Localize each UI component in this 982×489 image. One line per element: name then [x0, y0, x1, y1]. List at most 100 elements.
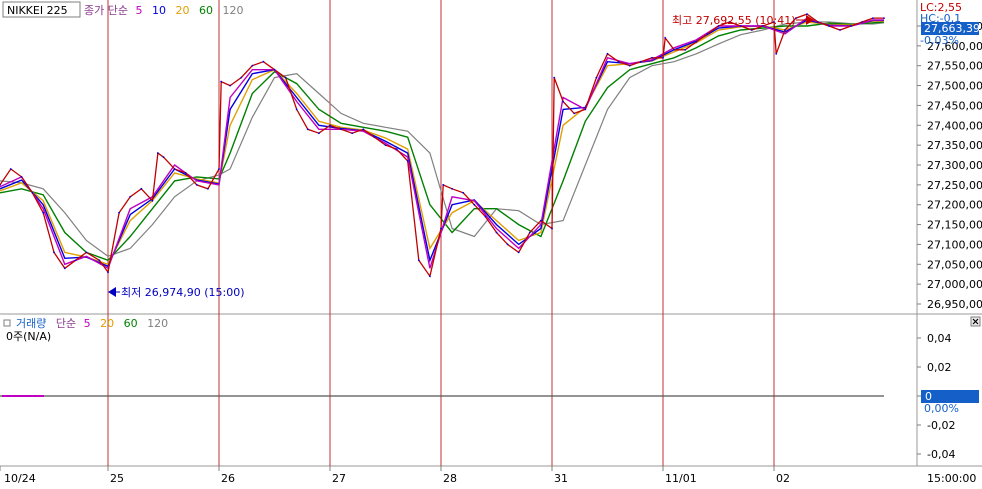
price-point: [617, 60, 620, 63]
price-point: [406, 160, 409, 162]
price-point: [107, 271, 109, 274]
price-point: [595, 76, 598, 79]
price-point: [806, 13, 808, 16]
price-tick-label: 27,300,00: [927, 159, 982, 172]
price-point: [118, 211, 120, 214]
price-tick-label: 27,250,00: [927, 179, 982, 192]
price-point: [606, 52, 609, 55]
price-point: [573, 112, 576, 115]
price-point: [140, 187, 143, 190]
price-point: [151, 199, 154, 202]
price-point: [628, 64, 631, 67]
time-tick-label: 27: [332, 472, 346, 485]
price-point: [440, 227, 442, 230]
price-point: [42, 211, 45, 214]
price-tick-label: 26,950,00: [927, 298, 982, 311]
price-point: [429, 275, 431, 278]
price-point: [306, 128, 309, 131]
price-point: [362, 128, 365, 131]
price-point: [784, 29, 786, 31]
price-point: [673, 48, 675, 51]
price-point: [218, 168, 220, 170]
price-point: [442, 184, 445, 186]
price-point: [506, 243, 509, 246]
time-tick-label: 11/01: [665, 472, 697, 485]
price-point: [284, 76, 287, 79]
price-point: [750, 29, 753, 31]
price-point: [883, 17, 885, 19]
time-tick-label: 28: [443, 472, 457, 485]
price-tick-label: 27,150,00: [927, 219, 982, 232]
price-tick-label: 27,500,00: [927, 80, 982, 93]
price-point: [540, 219, 542, 222]
price-point: [273, 68, 276, 71]
time-tick-label: 02: [776, 472, 790, 485]
price-point: [340, 128, 342, 131]
price-point: [53, 251, 55, 254]
price-point: [129, 195, 132, 198]
price-point: [220, 80, 223, 83]
price-point: [662, 56, 664, 59]
price-tick-label: 27,100,00: [927, 238, 982, 251]
price-change-pct: -0,03%: [920, 34, 959, 47]
price-point: [20, 176, 23, 178]
price-point: [495, 231, 498, 234]
price-point: [562, 100, 564, 103]
price-tick-label: 27,050,00: [927, 258, 982, 271]
chart-window: 27,650,0027,600,0027,550,0027,500,0027,4…: [0, 0, 982, 489]
volume-ma-period-5: 5: [84, 317, 91, 330]
price-point: [351, 132, 354, 135]
price-point: [157, 152, 159, 155]
price-point: [839, 29, 841, 31]
price-point: [162, 156, 165, 159]
ma-period-20: 20: [175, 4, 189, 17]
price-point: [295, 108, 298, 111]
price-point: [451, 187, 453, 190]
price-point: [872, 17, 874, 19]
price-point: [373, 136, 376, 139]
price-point: [63, 267, 66, 270]
volume-ma-period-60: 60: [124, 317, 138, 330]
time-tick-label: 31: [554, 472, 568, 485]
price-point: [395, 148, 398, 151]
chart-background: [0, 0, 982, 489]
volume-tick-label: -0,04: [927, 448, 955, 461]
price-point: [695, 41, 698, 43]
price-tick-label: 27,450,00: [927, 99, 982, 112]
price-point: [684, 48, 687, 51]
ma-period-5: 5: [135, 4, 142, 17]
price-tick-label: 27,550,00: [927, 60, 982, 73]
price-point: [329, 124, 331, 127]
volume-ma-type-label: 단순: [56, 317, 76, 330]
time-axis-background: [0, 467, 982, 489]
time-tick-label: 25: [110, 472, 124, 485]
ma-period-60: 60: [199, 4, 213, 17]
volume-change-pct: 0,00%: [924, 402, 959, 415]
price-point: [553, 76, 556, 79]
price-point: [184, 172, 187, 174]
ma-period-120: 120: [222, 4, 243, 17]
price-point: [74, 259, 77, 262]
price-point: [817, 21, 819, 23]
price-point: [551, 227, 553, 230]
price-tick-label: 27,400,00: [927, 119, 982, 132]
time-axis-right-label: 15:00:00: [927, 472, 976, 485]
price-point: [528, 231, 531, 234]
price-point: [384, 144, 387, 147]
price-point: [173, 168, 176, 170]
high-annotation: 최고 27,692,55 (10:41): [672, 14, 796, 27]
price-point: [318, 132, 320, 135]
price-point: [484, 215, 487, 218]
volume-label: 거래량: [16, 317, 46, 330]
price-tick-label: 27,200,00: [927, 199, 982, 212]
symbol-label: NIKKEI 225: [7, 4, 68, 17]
price-point: [664, 37, 667, 39]
price-point: [850, 25, 852, 27]
current-price-label: 27,663,39: [924, 22, 980, 35]
volume-ma-period-20: 20: [100, 317, 114, 330]
price-tick-label: 27,000,00: [927, 278, 982, 291]
price-point: [195, 184, 198, 186]
volume-tick-label: -0,02: [927, 419, 955, 432]
price-point: [240, 76, 243, 79]
price-point: [98, 259, 101, 262]
